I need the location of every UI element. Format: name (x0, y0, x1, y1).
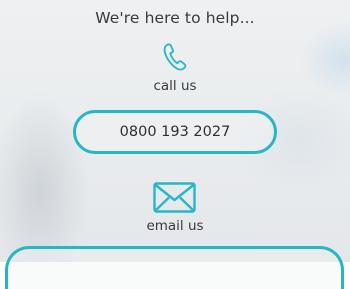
phone-icon (162, 42, 188, 72)
email-us-label: email us (146, 218, 204, 234)
phone-number-text: 0800 193 2027 (119, 124, 231, 140)
phone-number-button[interactable]: 0800 193 2027 (73, 110, 277, 154)
call-us-label: call us (153, 78, 197, 94)
envelope-icon (153, 182, 196, 213)
help-headline: We're here to help... (95, 9, 255, 27)
email-button[interactable] (5, 246, 344, 289)
